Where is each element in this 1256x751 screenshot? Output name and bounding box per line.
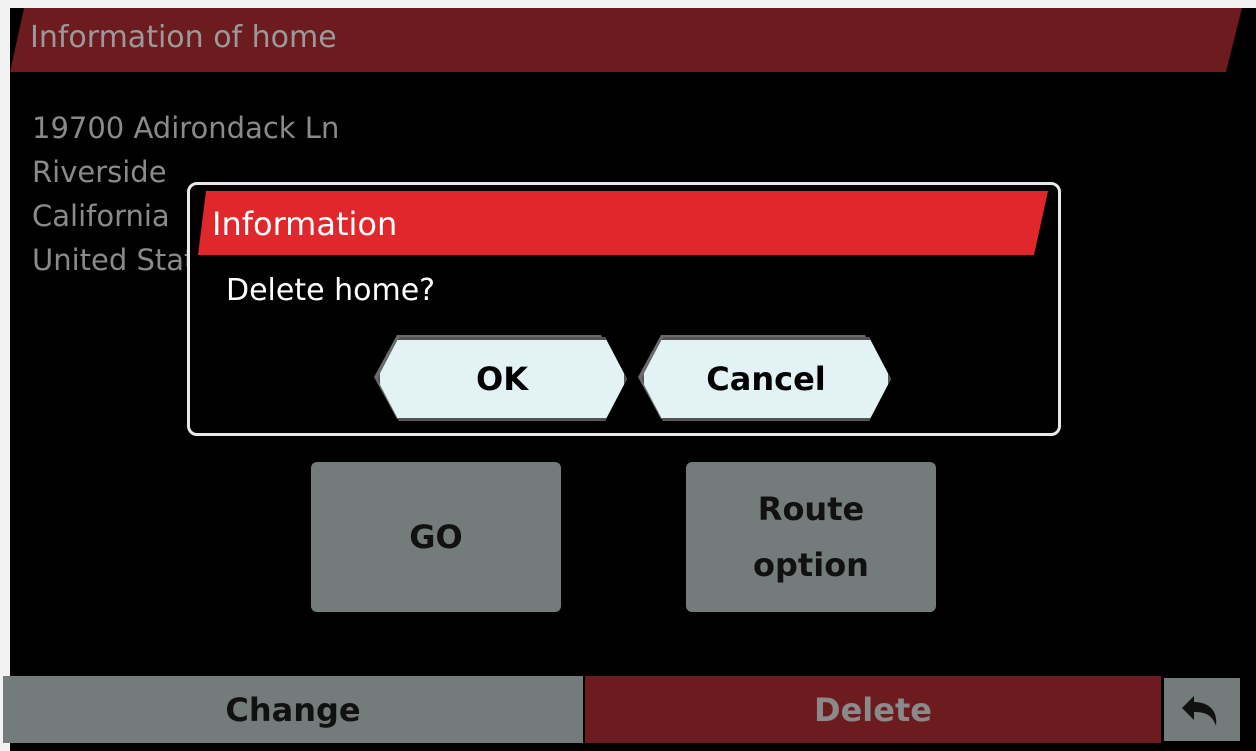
address-line-street: 19700 Adirondack Ln — [32, 111, 340, 145]
dialog-message: Delete home? — [226, 273, 436, 308]
dialog-title: Information — [212, 205, 398, 243]
delete-button[interactable]: Delete — [585, 676, 1161, 743]
change-button[interactable]: Change — [3, 676, 583, 743]
go-button[interactable]: GO — [311, 462, 561, 612]
route-option-label: Route option — [753, 490, 869, 584]
route-option-button[interactable]: Route option — [686, 462, 936, 612]
ok-button[interactable]: OK — [377, 337, 627, 421]
page-title: Information of home — [30, 20, 337, 55]
cancel-button[interactable]: Cancel — [641, 337, 891, 421]
back-button[interactable] — [1164, 678, 1240, 741]
confirm-dialog: Information Delete home? OK Cancel — [187, 182, 1061, 436]
bottom-bar: Change Delete — [0, 676, 1256, 743]
undo-arrow-icon — [1182, 695, 1217, 726]
